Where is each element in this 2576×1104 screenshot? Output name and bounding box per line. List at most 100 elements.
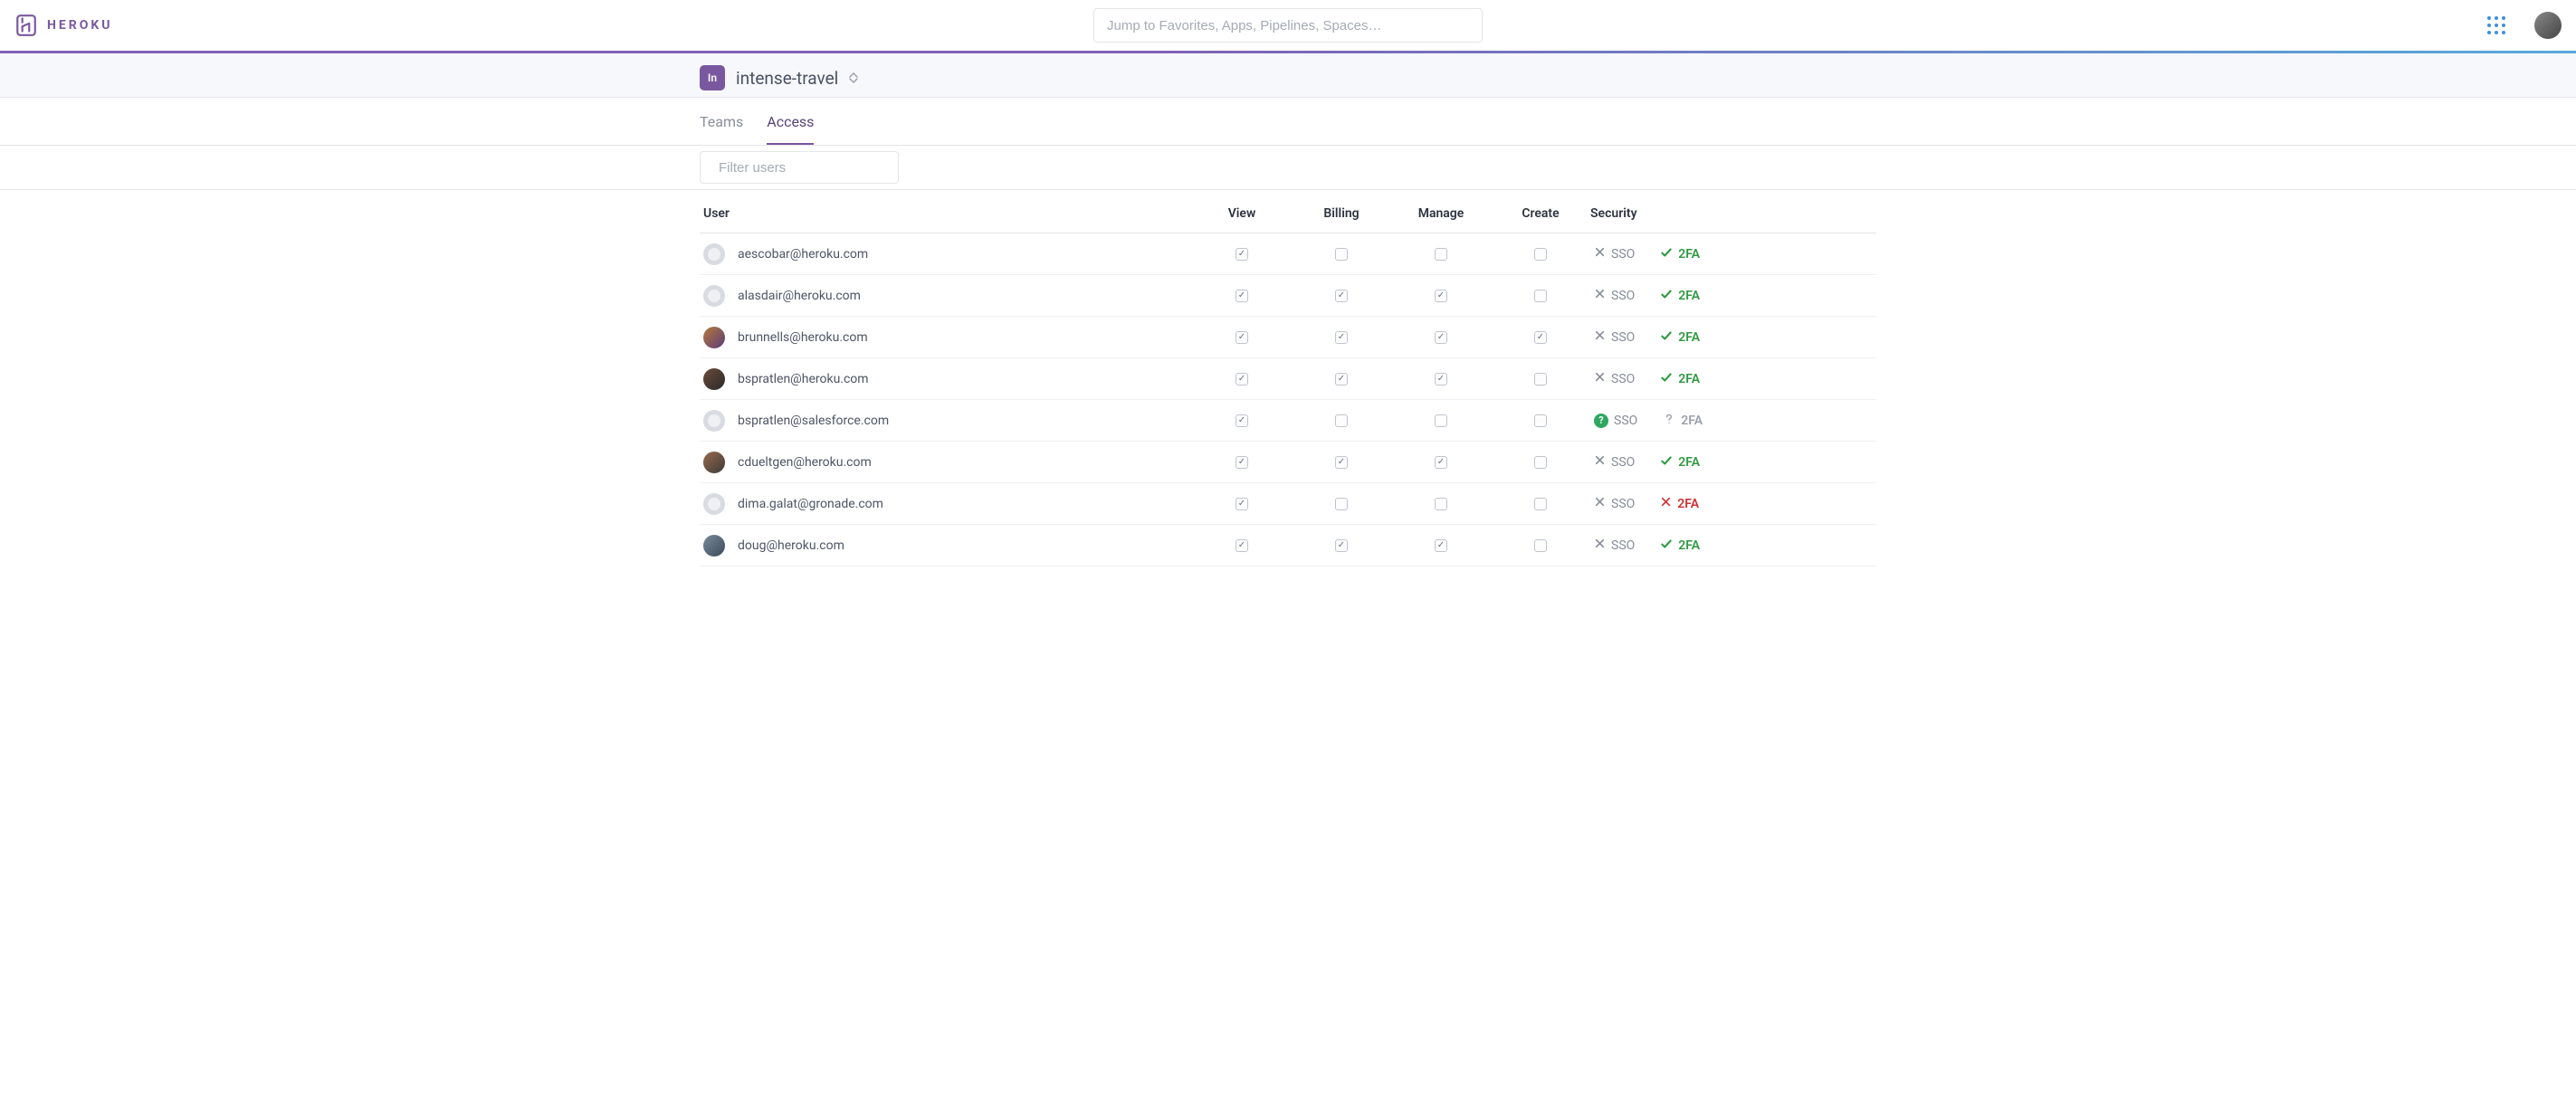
perm-manage-checkbox[interactable] bbox=[1435, 414, 1447, 427]
perm-create-checkbox[interactable] bbox=[1534, 290, 1547, 302]
user-cell: alasdair@heroku.com bbox=[703, 285, 1192, 307]
table-row[interactable]: dima.galat@gronade.com SSO 2FA bbox=[700, 483, 1876, 525]
check-icon bbox=[1660, 246, 1673, 262]
perm-create-checkbox[interactable] bbox=[1534, 498, 1547, 510]
perm-billing-checkbox[interactable] bbox=[1335, 248, 1348, 261]
tab-access[interactable]: Access bbox=[767, 98, 814, 145]
perm-view-checkbox[interactable] bbox=[1236, 373, 1248, 385]
table-row[interactable]: brunnells@heroku.com SSO2FA bbox=[700, 317, 1876, 358]
perm-manage-checkbox[interactable] bbox=[1435, 290, 1447, 302]
perm-view-checkbox[interactable] bbox=[1236, 290, 1248, 302]
perm-billing-checkbox[interactable] bbox=[1335, 373, 1348, 385]
sso-status: SSO bbox=[1594, 538, 1635, 553]
check-icon bbox=[1660, 371, 1673, 387]
user-avatar bbox=[703, 493, 725, 515]
x-icon bbox=[1660, 496, 1672, 511]
account-avatar[interactable] bbox=[2534, 12, 2562, 39]
security-cell: SSO2FA bbox=[1590, 538, 1865, 554]
table-row[interactable]: bspratlen@salesforce.com ?SSO2FA bbox=[700, 400, 1876, 442]
brand-name: HEROKU bbox=[47, 18, 113, 33]
check-icon bbox=[1660, 288, 1673, 304]
user-email: aescobar@heroku.com bbox=[738, 247, 868, 262]
table-row[interactable]: alasdair@heroku.com SSO2FA bbox=[700, 275, 1876, 317]
user-avatar bbox=[703, 535, 725, 557]
perm-view-checkbox[interactable] bbox=[1236, 539, 1248, 552]
tfa-status: 2FA bbox=[1660, 246, 1700, 262]
perm-billing-checkbox[interactable] bbox=[1335, 498, 1348, 510]
perm-create-checkbox[interactable] bbox=[1534, 414, 1547, 427]
perm-billing-checkbox[interactable] bbox=[1335, 456, 1348, 469]
brand-logo[interactable]: HEROKU bbox=[14, 14, 113, 37]
global-search-input[interactable] bbox=[1093, 8, 1483, 43]
x-icon bbox=[1594, 538, 1606, 553]
perm-manage-checkbox[interactable] bbox=[1435, 331, 1447, 344]
user-avatar bbox=[703, 368, 725, 390]
perm-view-checkbox[interactable] bbox=[1236, 498, 1248, 510]
col-billing: Billing bbox=[1292, 206, 1391, 221]
perm-create-checkbox[interactable] bbox=[1534, 248, 1547, 261]
perm-view-checkbox[interactable] bbox=[1236, 248, 1248, 261]
user-avatar bbox=[703, 410, 725, 432]
sso-status: SSO bbox=[1594, 496, 1635, 511]
tfa-status: 2FA bbox=[1660, 288, 1700, 304]
user-email: dima.galat@gronade.com bbox=[738, 497, 883, 511]
x-icon bbox=[1594, 454, 1606, 470]
perm-manage-checkbox[interactable] bbox=[1435, 456, 1447, 469]
perm-billing-checkbox[interactable] bbox=[1335, 539, 1348, 552]
user-cell: brunnells@heroku.com bbox=[703, 327, 1192, 348]
column-headers: User View Billing Manage Create Security bbox=[700, 194, 1876, 233]
security-cell: SSO2FA bbox=[1590, 246, 1865, 262]
security-cell: SSO2FA bbox=[1590, 371, 1865, 387]
table-row[interactable]: doug@heroku.com SSO2FA bbox=[700, 525, 1876, 566]
perm-manage-checkbox[interactable] bbox=[1435, 498, 1447, 510]
security-cell: SSO2FA bbox=[1590, 329, 1865, 346]
user-email: brunnells@heroku.com bbox=[738, 330, 868, 345]
tab-bar: Teams Access bbox=[700, 98, 1876, 145]
perm-billing-checkbox[interactable] bbox=[1335, 331, 1348, 344]
context-badge: In bbox=[700, 65, 725, 90]
col-manage: Manage bbox=[1391, 206, 1491, 221]
user-email: bspratlen@salesforce.com bbox=[738, 414, 889, 428]
table-row[interactable]: bspratlen@heroku.com SSO2FA bbox=[700, 358, 1876, 400]
perm-billing-checkbox[interactable] bbox=[1335, 290, 1348, 302]
user-email: bspratlen@heroku.com bbox=[738, 372, 869, 386]
col-view: View bbox=[1192, 206, 1292, 221]
user-email: cdueltgen@heroku.com bbox=[738, 455, 872, 470]
perm-manage-checkbox[interactable] bbox=[1435, 539, 1447, 552]
perm-view-checkbox[interactable] bbox=[1236, 456, 1248, 469]
user-cell: dima.galat@gronade.com bbox=[703, 493, 1192, 515]
x-icon bbox=[1594, 246, 1606, 262]
tfa-status: 2FA bbox=[1660, 496, 1699, 511]
table-row[interactable]: cdueltgen@heroku.comSSO2FA bbox=[700, 442, 1876, 483]
table-row[interactable]: aescobar@heroku.com SSO2FA bbox=[700, 233, 1876, 275]
perm-create-checkbox[interactable] bbox=[1534, 456, 1547, 469]
user-cell: aescobar@heroku.com bbox=[703, 243, 1192, 265]
perm-create-checkbox[interactable] bbox=[1534, 539, 1547, 552]
perm-billing-checkbox[interactable] bbox=[1335, 414, 1348, 427]
app-launcher-icon[interactable] bbox=[2487, 16, 2505, 34]
user-avatar bbox=[703, 327, 725, 348]
check-icon bbox=[1660, 538, 1673, 554]
filter-users-input[interactable] bbox=[717, 159, 901, 176]
tfa-status: 2FA bbox=[1660, 371, 1700, 387]
x-icon bbox=[1594, 329, 1606, 345]
tab-teams[interactable]: Teams bbox=[700, 98, 743, 145]
perm-view-checkbox[interactable] bbox=[1236, 331, 1248, 344]
perm-view-checkbox[interactable] bbox=[1236, 414, 1248, 427]
filter-users-field[interactable] bbox=[700, 151, 899, 184]
user-cell: bspratlen@salesforce.com bbox=[703, 410, 1192, 432]
security-cell: ?SSO2FA bbox=[1590, 413, 1865, 429]
perm-create-checkbox[interactable] bbox=[1534, 331, 1547, 344]
user-cell: doug@heroku.com bbox=[703, 535, 1192, 557]
x-icon bbox=[1594, 496, 1606, 511]
tfa-status: 2FA bbox=[1660, 454, 1700, 471]
x-icon bbox=[1594, 371, 1606, 386]
question-icon bbox=[1663, 413, 1675, 429]
user-email: alasdair@heroku.com bbox=[738, 289, 861, 303]
context-switcher[interactable]: In intense-travel bbox=[700, 53, 1876, 97]
perm-create-checkbox[interactable] bbox=[1534, 373, 1547, 385]
perm-manage-checkbox[interactable] bbox=[1435, 373, 1447, 385]
perm-manage-checkbox[interactable] bbox=[1435, 248, 1447, 261]
security-cell: SSO2FA bbox=[1590, 288, 1865, 304]
tfa-status: 2FA bbox=[1660, 329, 1700, 346]
